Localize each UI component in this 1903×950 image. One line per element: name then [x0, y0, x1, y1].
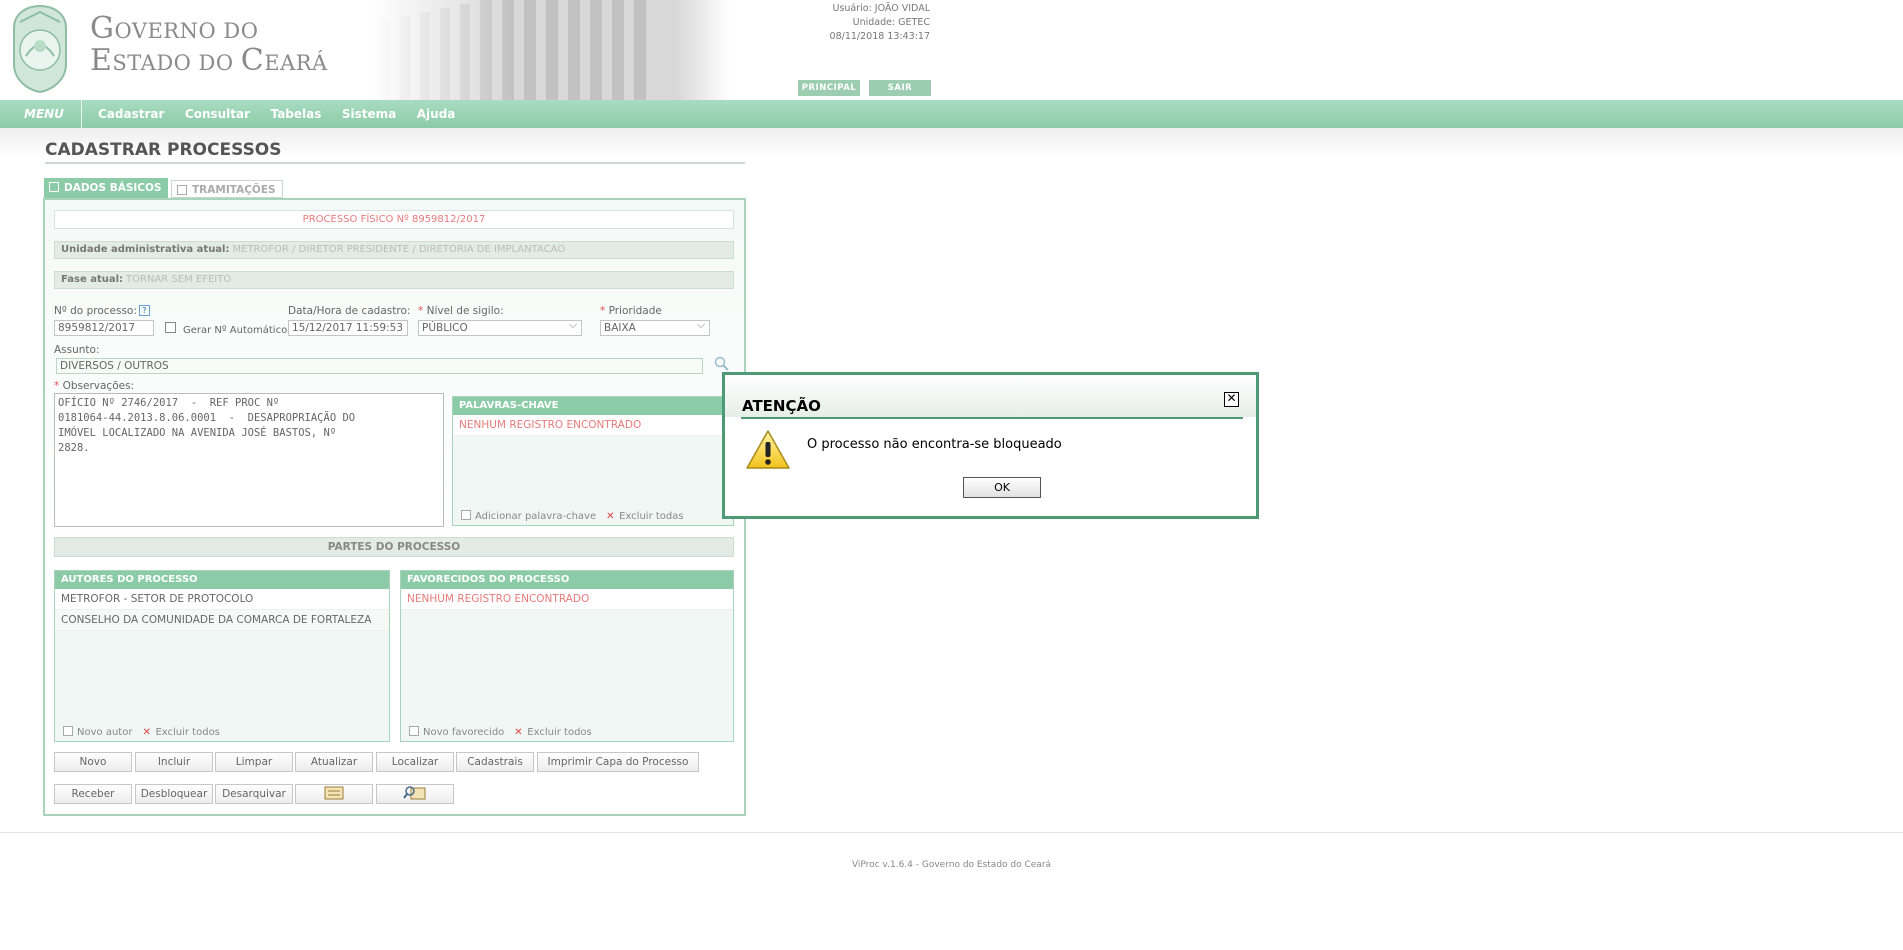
- logout-button[interactable]: SAIR: [869, 80, 931, 96]
- help-icon[interactable]: ?: [138, 305, 150, 316]
- observacoes-textarea[interactable]: OFÍCIO Nº 2746/2017 - REF PROC Nº 018106…: [54, 393, 444, 527]
- dialog-message: O processo não encontra-se bloqueado: [807, 437, 1062, 452]
- delete-icon: ✕: [142, 727, 151, 738]
- unit-value: METROFOR / DIRETOR PRESIDENTE / DIRETORI…: [232, 244, 566, 255]
- tab-dados-basicos[interactable]: DADOS BÁSICOS: [44, 178, 168, 198]
- auto-number-checkbox[interactable]: [165, 322, 176, 333]
- footer-text: ViProc v.1.6.4 - Governo do Estado do Ce…: [851, 860, 1052, 870]
- cadastrais-button[interactable]: Cadastrais: [456, 752, 534, 772]
- principal-button[interactable]: PRINCIPAL: [798, 80, 860, 96]
- session-datetime: 08/11/2018 13:43:17: [829, 31, 930, 42]
- phase-bar: Fase atual: TORNAR SEM EFEITO: [54, 271, 734, 289]
- sigilo-select[interactable]: PÚBLICO: [418, 320, 582, 336]
- delete-icon: ✕: [514, 727, 523, 738]
- assunto-input[interactable]: DIVERSOS / OUTROS: [56, 358, 703, 374]
- dialog-title-divider: [741, 417, 1243, 419]
- autores-title: AUTORES DO PROCESSO: [55, 571, 389, 589]
- partes-title: PARTES DO PROCESSO: [54, 537, 734, 557]
- menu-item-consultar[interactable]: Consultar: [185, 107, 250, 121]
- menu-items: Cadastrar Consultar Tabelas Sistema Ajud…: [98, 100, 472, 128]
- header: GOVERNO DO ESTADO DO CEARÁ Usuário: JOÃO…: [0, 0, 1903, 100]
- search-icon[interactable]: [714, 356, 730, 372]
- edit-icon: [49, 182, 59, 192]
- menu-shadow: [0, 128, 1903, 158]
- print-cover-button[interactable]: Imprimir Capa do Processo: [537, 752, 699, 772]
- alert-dialog: ATENÇÃO ✕ O processo não encontra-se blo…: [722, 372, 1259, 519]
- desarquivar-button[interactable]: Desarquivar: [215, 784, 293, 804]
- user-unit: Unidade: GETEC: [852, 17, 930, 28]
- date-label: Data/Hora de cadastro:: [288, 305, 411, 317]
- page-title: CADASTRAR PROCESSOS: [45, 140, 282, 160]
- autores-panel: AUTORES DO PROCESSO METROFOR - SETOR DE …: [54, 570, 390, 742]
- favorecidos-footer: Novo favorecido ✕ Excluir todos: [409, 726, 592, 738]
- phase-label: Fase atual:: [61, 274, 124, 285]
- assunto-label: Assunto:: [54, 344, 100, 356]
- atualizar-button[interactable]: Atualizar: [295, 752, 373, 772]
- header-building-art: [370, 0, 730, 100]
- sigilo-label: * Nível de sigilo:: [418, 305, 504, 317]
- prioridade-label: * Prioridade: [600, 305, 662, 317]
- menu-item-tabelas[interactable]: Tabelas: [271, 107, 322, 121]
- favorecidos-panel: FAVORECIDOS DO PROCESSO NENHUM REGISTRO …: [400, 570, 734, 742]
- delete-icon: ✕: [606, 511, 615, 522]
- state-crest-logo: [13, 4, 67, 94]
- title-divider: [45, 162, 745, 164]
- date-input[interactable]: 15/12/2017 11:59:53: [288, 320, 408, 336]
- list-item[interactable]: METROFOR - SETOR DE PROTOCOLO: [55, 589, 389, 610]
- phase-value: TORNAR SEM EFEITO: [126, 274, 232, 285]
- process-banner: PROCESSO FÍSICO Nº 8959812/2017: [54, 210, 734, 229]
- search-document-icon: [403, 786, 426, 800]
- process-number-label: Nº do processo:?: [54, 305, 150, 317]
- menu-item-cadastrar[interactable]: Cadastrar: [98, 107, 164, 121]
- menu-bar: MENU Cadastrar Consultar Tabelas Sistema…: [0, 100, 1903, 128]
- government-title: GOVERNO DO ESTADO DO CEARÁ: [90, 11, 328, 78]
- limpar-button[interactable]: Limpar: [215, 752, 293, 772]
- tab-label: TRAMITAÇÕES: [192, 184, 276, 196]
- desbloquear-button[interactable]: Desbloquear: [135, 784, 213, 804]
- edit-icon: [177, 185, 187, 195]
- add-keyword-checkbox-icon: [461, 510, 471, 520]
- favorecidos-empty: NENHUM REGISTRO ENCONTRADO: [401, 589, 733, 610]
- favorecidos-title: FAVORECIDOS DO PROCESSO: [401, 571, 733, 589]
- incluir-button[interactable]: Incluir: [135, 752, 213, 772]
- form-icon-button[interactable]: [295, 784, 373, 804]
- unit-label: Unidade administrativa atual:: [61, 244, 230, 255]
- keywords-panel: PALAVRAS-CHAVE NENHUM REGISTRO ENCONTRAD…: [452, 396, 734, 526]
- delete-all-favorecidos-link[interactable]: Excluir todos: [527, 727, 591, 738]
- auto-number-label: Gerar Nº Automático: [183, 325, 288, 336]
- new-author-link[interactable]: Novo autor: [77, 727, 132, 738]
- user-info: Usuário: JOÃO VIDAL Unidade: GETEC 08/11…: [700, 2, 930, 44]
- keywords-footer: Adicionar palavra-chave ✕ Excluir todas: [461, 510, 684, 522]
- add-keyword-link[interactable]: Adicionar palavra-chave: [475, 511, 596, 522]
- keywords-title: PALAVRAS-CHAVE: [453, 397, 733, 415]
- receber-button[interactable]: Receber: [54, 784, 132, 804]
- unit-bar: Unidade administrativa atual: METROFOR / …: [54, 241, 734, 259]
- process-number-input[interactable]: 8959812/2017: [54, 320, 154, 336]
- delete-all-authors-link[interactable]: Excluir todos: [155, 727, 219, 738]
- new-favorecido-checkbox-icon: [409, 726, 419, 736]
- keywords-empty: NENHUM REGISTRO ENCONTRADO: [453, 415, 733, 436]
- obs-label: * Observações:: [54, 380, 135, 392]
- tab-label: DADOS BÁSICOS: [64, 182, 162, 194]
- form-icon: [324, 786, 344, 800]
- autores-footer: Novo autor ✕ Excluir todos: [63, 726, 220, 738]
- new-favorecido-link[interactable]: Novo favorecido: [423, 727, 504, 738]
- user-name: Usuário: JOÃO VIDAL: [832, 3, 930, 14]
- close-icon[interactable]: ✕: [1224, 392, 1239, 407]
- menu-label[interactable]: MENU: [0, 100, 82, 128]
- dialog-title: ATENÇÃO: [742, 397, 821, 415]
- list-item[interactable]: CONSELHO DA COMUNIDADE DA COMARCA DE FOR…: [55, 610, 389, 631]
- tab-tramitacoes[interactable]: TRAMITAÇÕES: [171, 180, 283, 198]
- prioridade-select[interactable]: BAIXA: [600, 320, 710, 336]
- new-author-checkbox-icon: [63, 726, 73, 736]
- footer-divider: [0, 832, 1903, 833]
- novo-button[interactable]: Novo: [54, 752, 132, 772]
- delete-all-keywords-link[interactable]: Excluir todas: [619, 511, 683, 522]
- menu-item-ajuda[interactable]: Ajuda: [417, 107, 456, 121]
- localizar-button[interactable]: Localizar: [376, 752, 454, 772]
- menu-item-sistema[interactable]: Sistema: [342, 107, 396, 121]
- search-document-button[interactable]: [376, 784, 454, 804]
- warning-icon: [746, 430, 790, 469]
- ok-button[interactable]: OK: [963, 477, 1041, 498]
